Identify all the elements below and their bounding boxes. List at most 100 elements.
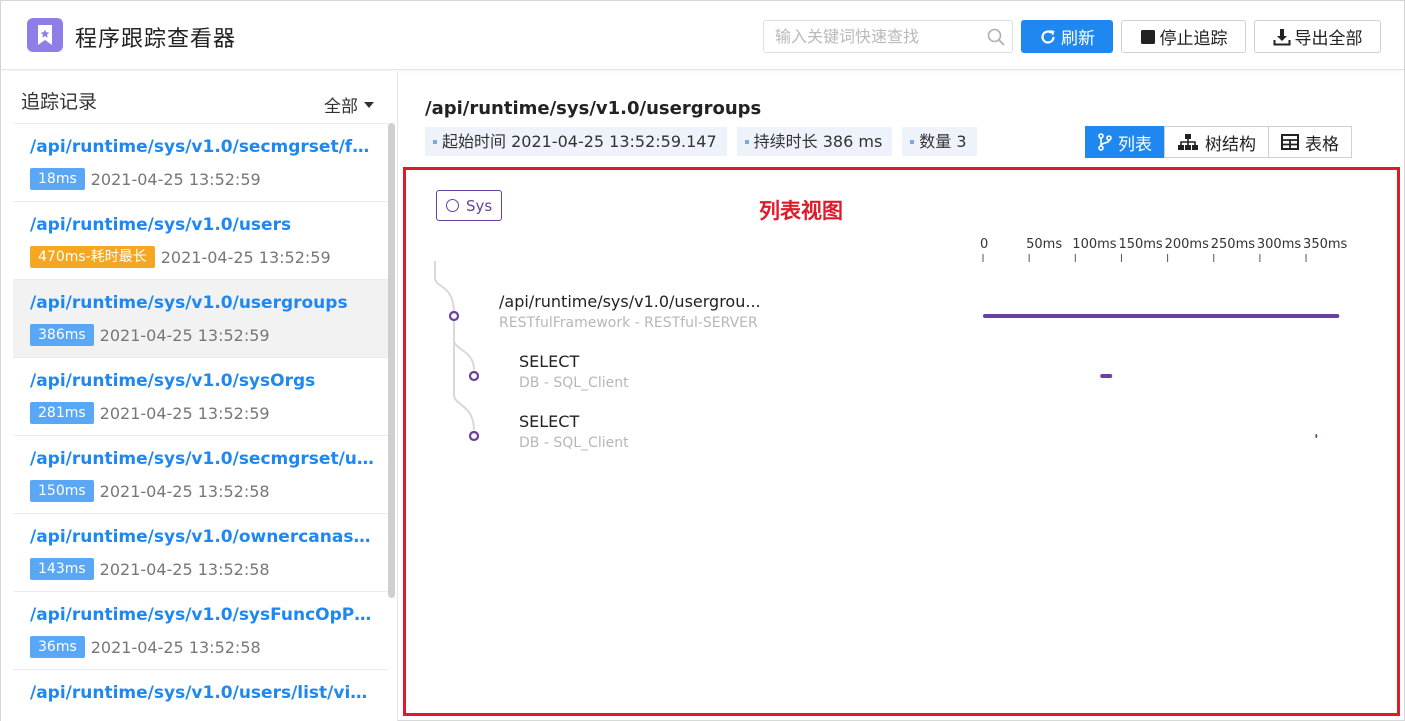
span-name[interactable]: /api/runtime/sys/v1.0/usergrou... [499, 292, 761, 311]
app-logo [27, 18, 63, 52]
trace-path[interactable]: /api/runtime/sys/v1.0/usergroups [30, 293, 375, 313]
tab-tree-view[interactable]: 树结构 [1164, 126, 1269, 158]
axis-tick-label: 200ms [1164, 237, 1209, 252]
trace-timestamp: 2021-04-25 13:52:59 [90, 169, 261, 189]
tag-dot [744, 139, 749, 144]
trace-list-item[interactable]: /api/runtime/sys/v1.0/sysFuncOpPermis...… [13, 592, 388, 670]
trace-meta: 470ms-耗时最长 2021-04-25 13:52:59 [30, 246, 331, 268]
tab-list-view[interactable]: 列表 [1085, 126, 1165, 158]
trace-meta: 386ms 2021-04-25 13:52:59 [30, 324, 270, 346]
tree-connector [453, 321, 475, 371]
trace-list-item[interactable]: /api/runtime/sys/v1.0/usergroups 386ms 202… [13, 280, 388, 358]
trace-timestamp: 2021-04-25 13:52:58 [99, 481, 270, 501]
sitemap-icon [1177, 133, 1199, 151]
axis-tick-label: 0 [980, 237, 989, 252]
stop-tracking-label: 停止追踪 [1159, 29, 1228, 49]
filter-label: 全部 [324, 97, 358, 117]
trace-detail: /api/runtime/sys/v1.0/usergroups 起始时间 20… [399, 71, 1404, 721]
axis-tick-label: 50ms [1026, 237, 1063, 252]
duration-badge: 470ms-耗时最长 [30, 246, 155, 268]
trace-list-item[interactable]: /api/runtime/sys/v1.0/secmgrset/useSe...… [13, 436, 388, 514]
trace-list-item[interactable]: /api/runtime/sys/v1.0/secmgrset/funco...… [13, 124, 388, 202]
trace-meta: 143ms 2021-04-25 13:52:58 [30, 558, 270, 580]
trace-path[interactable]: /api/runtime/sys/v1.0/secmgrset/useSe... [30, 449, 375, 469]
tree-connector [453, 340, 475, 431]
table-icon [1281, 134, 1299, 150]
axis-tick-label: 100ms [1072, 237, 1117, 252]
trace-list-item[interactable]: /api/runtime/sys/v1.0/users/list/viewsys [13, 670, 388, 721]
span-service: DB - SQL_Client [519, 375, 629, 391]
trace-path[interactable]: /api/runtime/sys/v1.0/secmgrset/funco... [30, 137, 375, 157]
count-tag: 数量 3 [902, 127, 977, 156]
stop-icon [1140, 29, 1156, 45]
sidebar-header: 追踪记录 全部 [21, 87, 376, 117]
trace-path[interactable]: /api/runtime/sys/v1.0/sysFuncOpPermis... [30, 605, 375, 625]
trace-list-item[interactable]: /api/runtime/sys/v1.0/ownercanassop/... 1… [13, 514, 388, 592]
refresh-icon [1039, 28, 1057, 46]
axis-tick-label: 250ms [1210, 237, 1255, 252]
trace-timestamp: 2021-04-25 13:52:58 [90, 637, 261, 657]
tree-connector [434, 261, 455, 314]
list-view-label: 列表 [1118, 134, 1152, 155]
trace-path[interactable]: /api/runtime/sys/v1.0/ownercanassop/... [30, 527, 375, 547]
duration-badge: 143ms [30, 558, 94, 580]
span-service: RESTfulFramework - RESTful-SERVER [499, 315, 758, 331]
start-time-text: 起始时间 2021-04-25 13:52:59.147 [442, 132, 717, 151]
tag-dot [910, 139, 915, 144]
trace-sidebar: 追踪记录 全部 /api/runtime/sys/v1.0/secmgrset/… [1, 71, 398, 721]
filter-dropdown[interactable]: 全部 [324, 92, 374, 117]
start-time-tag: 起始时间 2021-04-25 13:52:59.147 [425, 127, 727, 156]
search-input[interactable] [764, 21, 984, 52]
span-service: DB - SQL_Client [519, 435, 629, 451]
span-node [468, 370, 480, 382]
trace-meta: 36ms 2021-04-25 13:52:58 [30, 636, 261, 658]
refresh-label: 刷新 [1061, 29, 1095, 49]
export-all-label: 导出全部 [1294, 29, 1363, 49]
detail-tags: 起始时间 2021-04-25 13:52:59.147 持续时长 386 ms… [425, 127, 987, 156]
export-all-button[interactable]: 导出全部 [1254, 20, 1381, 53]
trace-list-item[interactable]: /api/runtime/sys/v1.0/sysOrgs 281ms 2021-0… [13, 358, 388, 436]
search-icon[interactable] [986, 27, 1006, 47]
trace-timestamp: 2021-04-25 13:52:58 [99, 559, 270, 579]
top-header: 程序跟踪查看器 刷新 停止追踪 [1, 1, 1404, 70]
table-view-label: 表格 [1305, 134, 1339, 155]
tree-view-label: 树结构 [1205, 134, 1256, 155]
span-name[interactable]: SELECT [519, 352, 579, 371]
refresh-button[interactable]: 刷新 [1021, 20, 1113, 53]
trace-list-item[interactable]: /api/runtime/sys/v1.0/users 470ms-耗时最长 202… [13, 202, 388, 280]
span-bar [983, 314, 1340, 318]
trace-meta: 18ms 2021-04-25 13:52:59 [30, 168, 261, 190]
trace-path[interactable]: /api/runtime/sys/v1.0/users [30, 215, 375, 235]
stop-tracking-button[interactable]: 停止追踪 [1121, 20, 1246, 53]
span-name[interactable]: SELECT [519, 412, 579, 431]
trace-timestamp: 2021-04-25 13:52:59 [99, 403, 270, 423]
trace-list: /api/runtime/sys/v1.0/secmgrset/funco...… [13, 123, 388, 721]
duration-badge: 18ms [30, 168, 85, 190]
trace-timestamp: 2021-04-25 13:52:59 [160, 247, 331, 267]
trace-meta: 281ms 2021-04-25 13:52:59 [30, 402, 270, 424]
count-text: 数量 3 [919, 132, 967, 151]
axis-tick-label: 150ms [1118, 237, 1163, 252]
axis-tick-label: 350ms [1303, 237, 1348, 252]
span-bar [1100, 374, 1113, 378]
duration-badge: 386ms [30, 324, 94, 346]
trace-path[interactable]: /api/runtime/sys/v1.0/sysOrgs [30, 371, 375, 391]
tag-dot [433, 139, 437, 144]
detail-title: /api/runtime/sys/v1.0/usergroups [425, 98, 762, 119]
span-node [468, 430, 480, 442]
bookmark-star-icon [38, 25, 52, 45]
sidebar-scrollbar[interactable] [388, 123, 395, 598]
tab-table-view[interactable]: 表格 [1268, 126, 1352, 158]
app-title: 程序跟踪查看器 [75, 27, 237, 52]
axis-tick-label: 300ms [1256, 237, 1302, 252]
branch-icon [1098, 133, 1112, 151]
list-view-panel: Sys 列表视图 0 50ms 100ms 150ms 200ms 250ms 300ms 3… [403, 167, 1400, 716]
app-window: 程序跟踪查看器 刷新 停止追踪 [0, 0, 1405, 721]
span-bar [1315, 434, 1318, 438]
trace-path[interactable]: /api/runtime/sys/v1.0/users/list/viewsys [30, 683, 375, 703]
view-switch: 列表 树结构 表格 [1085, 126, 1352, 158]
search-box[interactable] [763, 20, 1013, 53]
duration-badge: 281ms [30, 402, 94, 424]
duration-badge: 36ms [30, 636, 85, 658]
trace-meta: 150ms 2021-04-25 13:52:58 [30, 480, 270, 502]
